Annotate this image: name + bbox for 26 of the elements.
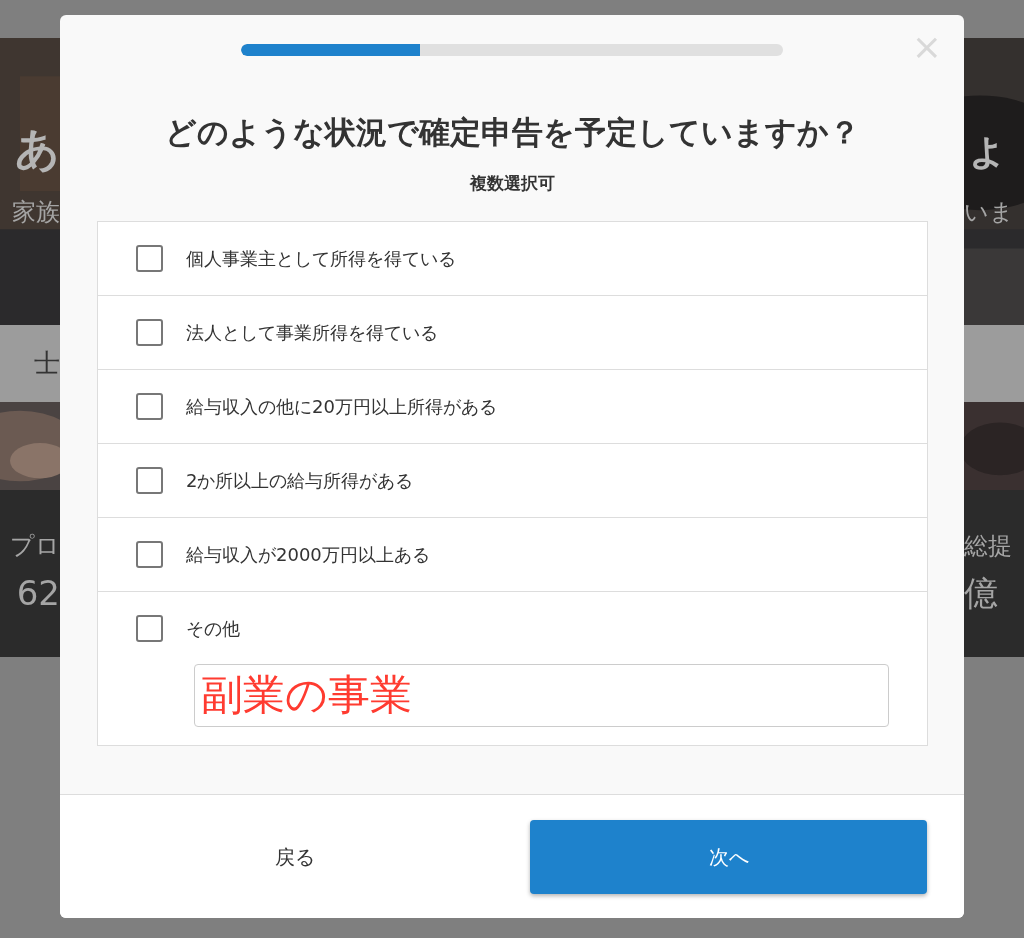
dialog-subtitle: 複数選択可 xyxy=(468,172,556,196)
background-text: プロ xyxy=(10,531,60,562)
checkbox[interactable] xyxy=(136,614,163,642)
option-label: 法人として事業所得を得ている xyxy=(186,320,438,345)
option-label: 給与収入が2000万円以上ある xyxy=(186,542,430,567)
background-text: あ xyxy=(15,123,60,176)
next-button[interactable]: 次へ xyxy=(530,819,927,894)
background-text: 士 xyxy=(34,347,60,380)
text-field[interactable]: 副業の事業 xyxy=(194,663,889,727)
checkbox[interactable] xyxy=(136,318,163,346)
checkbox[interactable] xyxy=(136,392,163,420)
option-label: その他 xyxy=(186,616,240,641)
checkbox[interactable] xyxy=(136,466,163,494)
option-label: 2か所以上の給与所得がある xyxy=(186,468,414,493)
option-label: 給与収入の他に20万円以上所得がある xyxy=(186,394,497,419)
checkbox[interactable] xyxy=(136,244,163,272)
background-text: いま xyxy=(964,196,1014,228)
background-text: ょ xyxy=(964,123,1009,176)
dialog-title: どのような状況で確定申告を予定していますか？ xyxy=(163,114,861,152)
background-text: 総提 xyxy=(964,531,1012,562)
checkbox[interactable] xyxy=(136,540,163,568)
back-button[interactable]: 戻る xyxy=(97,819,493,894)
background-text: 億 xyxy=(964,572,998,615)
option-label: 個人事業主として所得を得ている xyxy=(186,246,456,271)
background-text: 62 xyxy=(16,572,60,615)
background-text: 家族 xyxy=(12,196,60,228)
